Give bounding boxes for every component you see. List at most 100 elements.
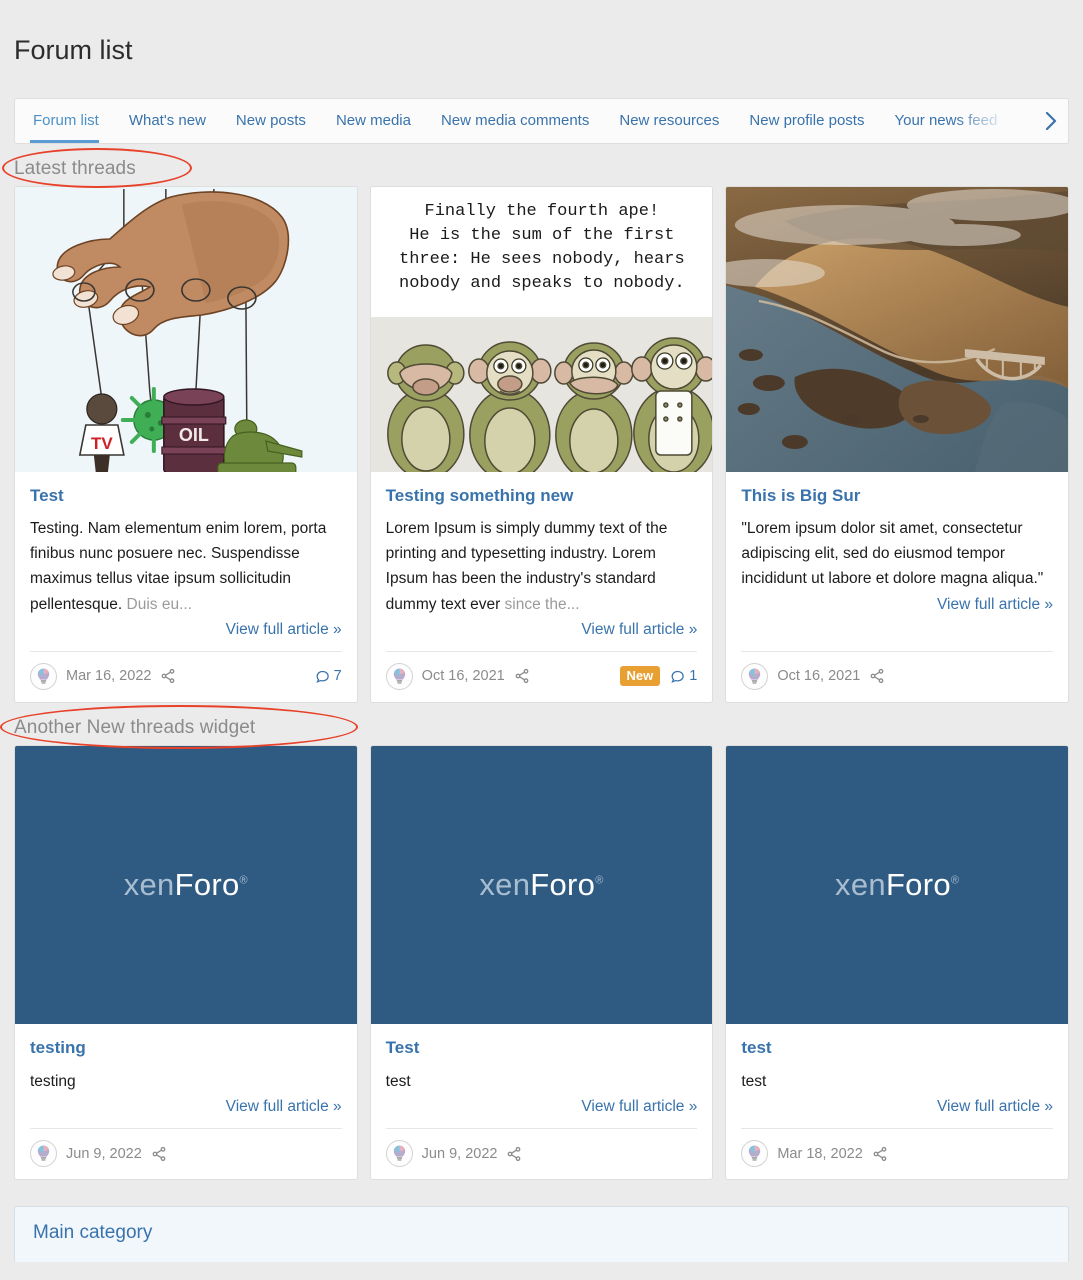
- thread-title-link[interactable]: Test: [30, 486, 342, 506]
- tab-new-media[interactable]: New media: [321, 99, 426, 143]
- thread-date: Oct 16, 2021: [777, 668, 861, 685]
- card-footer: Mar 18, 2022: [741, 1128, 1054, 1179]
- thread-snippet: test: [741, 1073, 767, 1091]
- view-full-article-link[interactable]: View full article »: [741, 596, 1053, 626]
- thread-thumbnail-monkeys[interactable]: Finally the fourth ape! He is the sum of…: [370, 186, 713, 472]
- thread-title-link[interactable]: This is Big Sur: [741, 486, 1053, 506]
- view-full-article-link[interactable]: View full article »: [741, 1098, 1053, 1128]
- share-icon[interactable]: [514, 668, 530, 684]
- card-body: test test View full article »: [726, 1024, 1068, 1129]
- tab-label: New posts: [235, 112, 306, 130]
- share-icon[interactable]: [160, 668, 176, 684]
- category-title-link[interactable]: Main category: [33, 1222, 1050, 1244]
- card-body: Testing something new Lorem Ipsum is sim…: [371, 472, 713, 651]
- avatar[interactable]: [385, 1140, 413, 1168]
- view-full-article-link[interactable]: View full article »: [386, 1098, 697, 1128]
- tab-label: What's new: [128, 112, 206, 130]
- thread-thumbnail-puppet[interactable]: TV OIL: [15, 186, 357, 472]
- comment-count-value: 7: [333, 668, 342, 685]
- thread-title-link[interactable]: Testing something new: [386, 486, 698, 506]
- tab-bar: Forum list What's new New posts New medi…: [14, 97, 1069, 144]
- avatar[interactable]: [741, 1140, 769, 1168]
- thread-thumbnail-xenforo[interactable]: xenForo®: [370, 745, 713, 1024]
- card-body: This is Big Sur "Lorem ipsum dolor sit a…: [726, 472, 1068, 651]
- thread-snippet: test: [385, 1073, 411, 1091]
- svg-text:OIL: OIL: [179, 425, 209, 445]
- thread-snippet: Testing. Nam elementum enim lorem, porta…: [30, 516, 342, 616]
- tab-label: New media comments: [440, 112, 590, 130]
- thread-card[interactable]: xenForo® test test View full article » M…: [725, 744, 1070, 1181]
- share-icon[interactable]: [151, 1146, 167, 1162]
- section-header-another-new-threads: Another New threads widget: [0, 704, 358, 749]
- comment-count-value: 1: [689, 668, 698, 685]
- lightbulb-avatar-icon: [393, 668, 405, 684]
- share-icon[interactable]: [872, 1146, 888, 1162]
- svg-text:three: He sees nobody, hears: three: He sees nobody, hears: [399, 250, 685, 269]
- avatar[interactable]: [30, 662, 57, 690]
- xenforo-logo: xenForo®: [835, 867, 959, 903]
- thread-thumbnail-xenforo[interactable]: xenForo®: [726, 745, 1069, 1024]
- tab-whats-new[interactable]: What's new: [114, 99, 221, 143]
- puppet-hand-illustration: TV OIL: [15, 186, 357, 472]
- thread-thumbnail-xenforo[interactable]: xenForo®: [15, 745, 357, 1024]
- avatar[interactable]: [30, 1140, 57, 1168]
- big-sur-landscape-photo: [726, 186, 1069, 472]
- thread-card[interactable]: xenForo® Test test View full article » J…: [369, 744, 714, 1181]
- card-footer: Oct 16, 2021: [741, 650, 1054, 702]
- view-full-article-link[interactable]: View full article »: [30, 621, 342, 651]
- thread-date: Jun 9, 2022: [421, 1145, 498, 1162]
- tab-your-news-feed[interactable]: Your news feed: [879, 99, 1001, 143]
- thread-date: Mar 16, 2022: [66, 668, 152, 685]
- card-footer: Jun 9, 2022: [30, 1128, 342, 1179]
- thread-title-link[interactable]: Test: [386, 1038, 698, 1058]
- thread-card[interactable]: TV OIL Test Testing. Nam elementum enim …: [14, 185, 358, 703]
- xenforo-logo-part-b: Foro: [174, 866, 240, 902]
- thread-card[interactable]: This is Big Sur "Lorem ipsum dolor sit a…: [725, 185, 1070, 703]
- thread-title-link[interactable]: test: [741, 1038, 1053, 1058]
- tab-new-posts[interactable]: New posts: [221, 99, 321, 143]
- tab-new-media-comments[interactable]: New media comments: [426, 99, 604, 143]
- another-new-threads-grid: xenForo® testing testing View full artic…: [14, 744, 1070, 1181]
- thread-card[interactable]: Finally the fourth ape! He is the sum of…: [369, 185, 714, 703]
- section-title: Latest threads: [14, 157, 136, 179]
- tab-label: Forum list: [33, 112, 99, 130]
- thread-snippet-fade: since the...: [500, 595, 580, 613]
- thread-snippet-text: "Lorem ipsum dolor sit amet, consectetur…: [741, 520, 1044, 588]
- section-title: Another New threads widget: [14, 716, 256, 738]
- tab-new-profile-posts[interactable]: New profile posts: [734, 99, 879, 143]
- lightbulb-avatar-icon: [37, 668, 50, 684]
- comment-bubble-icon: [315, 670, 329, 683]
- xenforo-logo: xenForo®: [479, 867, 603, 903]
- tab-forum-list[interactable]: Forum list: [15, 99, 114, 143]
- page-title: Forum list: [14, 35, 133, 66]
- comment-count[interactable]: 1: [670, 668, 697, 684]
- thread-card[interactable]: xenForo® testing testing View full artic…: [14, 744, 358, 1181]
- thread-snippet: "Lorem ipsum dolor sit amet, consectetur…: [741, 516, 1053, 591]
- avatar[interactable]: [385, 662, 413, 690]
- thread-snippet: testing: [30, 1073, 76, 1091]
- thread-date: Jun 9, 2022: [66, 1145, 142, 1162]
- lightbulb-avatar-icon: [393, 1145, 405, 1161]
- latest-threads-grid: TV OIL Test Testing. Nam elementum enim …: [14, 185, 1070, 703]
- thread-thumbnail-bigsur[interactable]: [726, 186, 1069, 472]
- thread-title-link[interactable]: testing: [30, 1038, 342, 1058]
- status-badge-new: New: [619, 666, 661, 687]
- avatar[interactable]: [741, 662, 769, 690]
- svg-text:Finally the fourth ape!: Finally the fourth ape!: [424, 202, 659, 221]
- tab-label: Your news feed: [894, 112, 998, 130]
- svg-text:TV: TV: [91, 434, 113, 453]
- thread-snippet-fade: Duis eu...: [122, 595, 192, 613]
- share-icon[interactable]: [506, 1146, 522, 1162]
- view-full-article-link[interactable]: View full article »: [386, 621, 697, 651]
- registered-trademark-icon: ®: [595, 874, 604, 887]
- lightbulb-avatar-icon: [749, 668, 761, 684]
- tab-new-resources[interactable]: New resources: [604, 99, 734, 143]
- comment-count[interactable]: 7: [315, 668, 342, 684]
- tab-scroll-right-button[interactable]: [1034, 98, 1068, 143]
- view-full-article-link[interactable]: View full article »: [30, 1098, 342, 1128]
- share-icon[interactable]: [869, 668, 885, 684]
- svg-text:He is the sum of the first: He is the sum of the first: [409, 226, 674, 245]
- xenforo-logo-part-a: xen: [835, 866, 886, 902]
- svg-text:nobody and speaks to nobody.: nobody and speaks to nobody.: [399, 274, 685, 293]
- xenforo-logo: xenForo®: [124, 867, 248, 903]
